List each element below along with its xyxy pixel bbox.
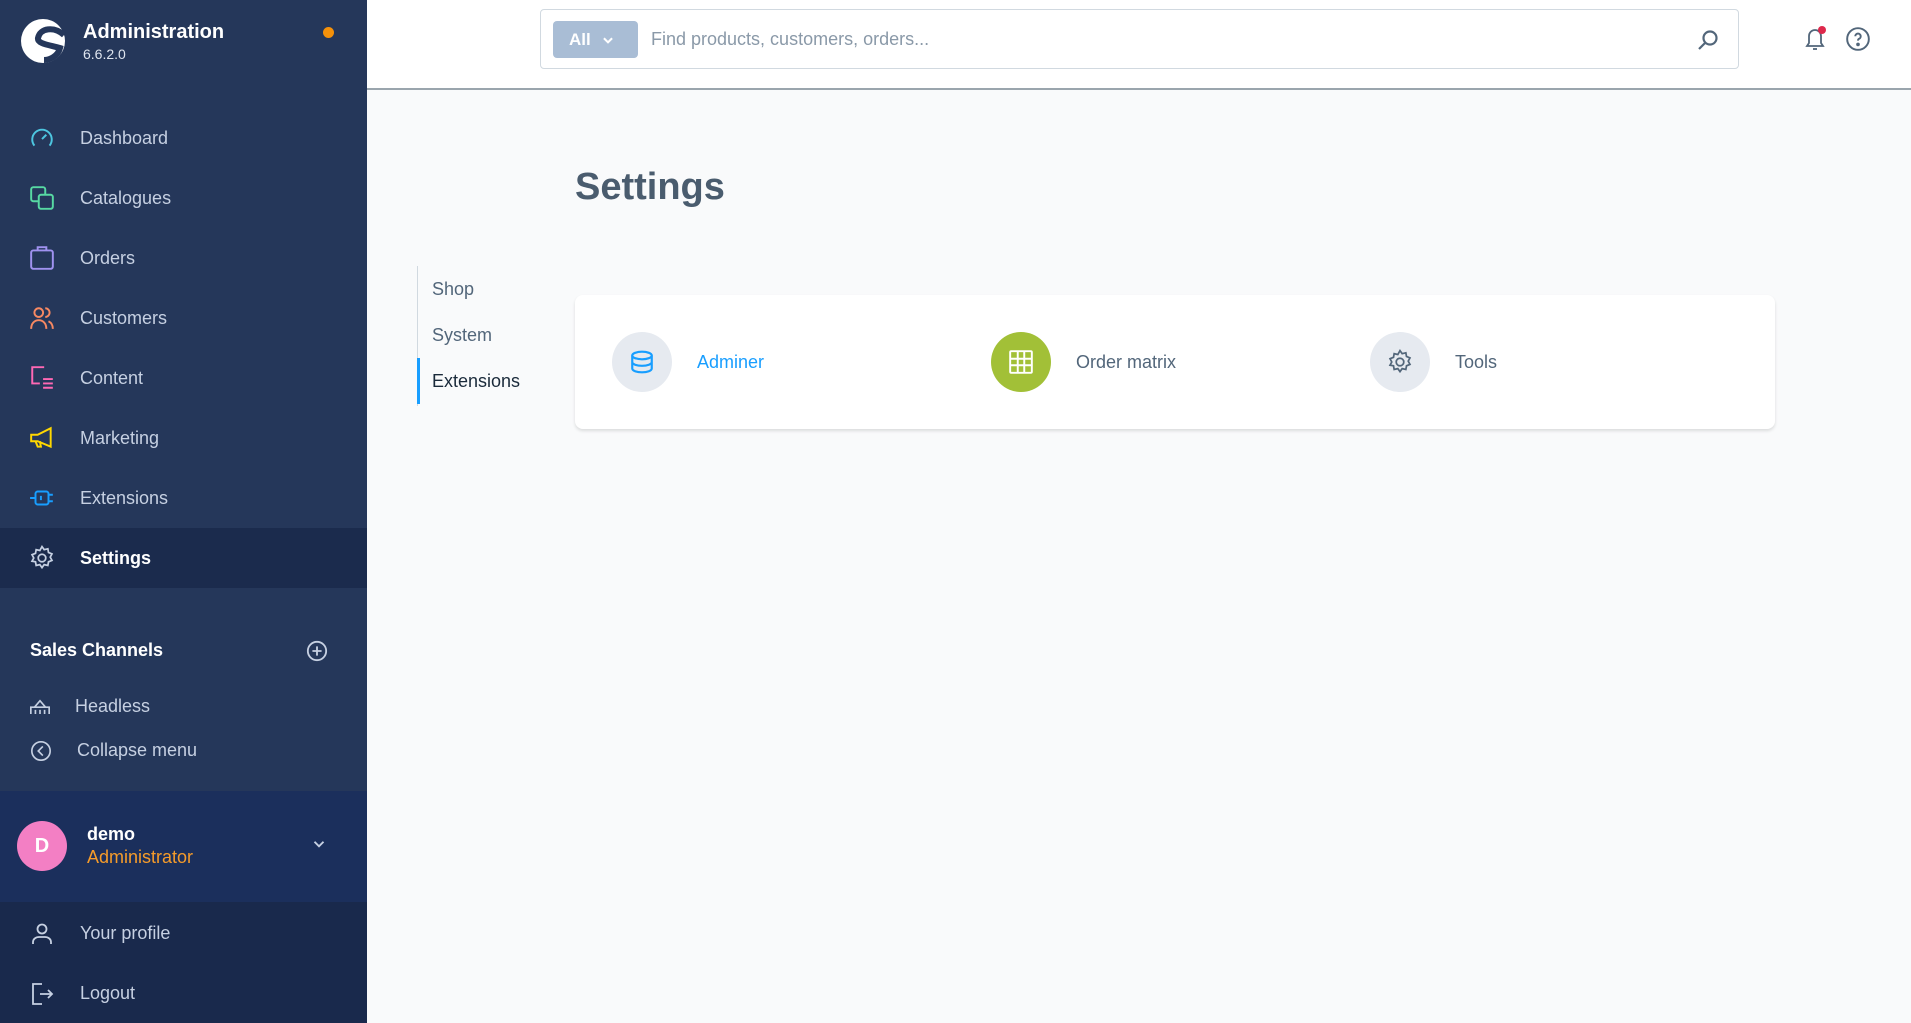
marketing-icon bbox=[30, 426, 52, 449]
extension-icon-circle bbox=[612, 332, 672, 392]
basket-icon bbox=[30, 699, 50, 714]
sidebar-item-catalogues[interactable]: Catalogues bbox=[0, 168, 367, 228]
active-tab-indicator bbox=[417, 358, 420, 404]
top-bar: All bbox=[367, 0, 1911, 90]
user-submenu: Your profile Logout bbox=[0, 902, 367, 1023]
sidebar-item-orders[interactable]: Orders bbox=[0, 228, 367, 288]
sales-channels-title: Sales Channels bbox=[30, 640, 164, 660]
user-name: demo bbox=[87, 824, 136, 844]
catalogues-icon bbox=[30, 186, 54, 210]
extension-order-matrix[interactable]: Order matrix bbox=[991, 332, 1176, 392]
brand[interactable]: Administration 6.6.2.0 bbox=[20, 18, 350, 68]
sidebar-item-label: Content bbox=[80, 367, 144, 388]
user-menu-toggle[interactable]: D demo Administrator bbox=[0, 791, 367, 902]
collapse-menu-button[interactable]: Collapse menu bbox=[0, 730, 367, 774]
user-icon bbox=[32, 923, 52, 944]
sidebar-item-label: Marketing bbox=[80, 427, 160, 448]
customers-icon bbox=[30, 307, 54, 329]
sidebar-item-dashboard[interactable]: Dashboard bbox=[0, 108, 367, 168]
help-icon[interactable] bbox=[1845, 26, 1871, 52]
sidebar-item-label: Customers bbox=[80, 307, 168, 328]
sidebar-item-marketing[interactable]: Marketing bbox=[0, 408, 367, 468]
sidebar-item-extensions[interactable]: Extensions bbox=[0, 468, 367, 528]
gear-icon bbox=[1388, 349, 1412, 374]
tab-system[interactable]: System bbox=[432, 312, 492, 358]
sidebar-item-content[interactable]: Content bbox=[0, 348, 367, 408]
sidebar-item-label: Catalogues bbox=[80, 187, 172, 208]
extension-icon-circle bbox=[991, 332, 1051, 392]
extension-label: Adminer bbox=[697, 351, 765, 372]
notifications-bell-icon[interactable] bbox=[1800, 24, 1830, 54]
sidebar-item-customers[interactable]: Customers bbox=[0, 288, 367, 348]
sales-channel-label: Headless bbox=[75, 696, 151, 714]
brand-title: Administration bbox=[83, 21, 225, 43]
sidebar-item-label: Dashboard bbox=[80, 127, 169, 148]
sidebar: Administration 6.6.2.0 Dashboard Catalog… bbox=[0, 0, 367, 1023]
page-title: Settings bbox=[575, 166, 725, 208]
content-icon bbox=[31, 366, 53, 389]
chevron-down-icon[interactable] bbox=[310, 835, 328, 853]
tab-extensions[interactable]: Extensions bbox=[432, 358, 520, 404]
sales-channel-headless[interactable]: Headless bbox=[0, 690, 367, 714]
settings-tabs: Shop System Extensions bbox=[417, 266, 557, 406]
search-input[interactable] bbox=[651, 22, 1651, 56]
extensions-icon bbox=[30, 490, 53, 506]
collapse-menu-label: Collapse menu bbox=[77, 740, 198, 760]
your-profile-label: Your profile bbox=[80, 923, 171, 943]
search-filter-label: All bbox=[569, 29, 591, 49]
sidebar-item-label: Extensions bbox=[80, 487, 169, 508]
search-filter-dropdown[interactable]: All bbox=[553, 21, 638, 58]
grid-icon bbox=[1009, 350, 1033, 374]
extension-adminer[interactable]: Adminer bbox=[612, 332, 764, 392]
brand-version: 6.6.2.0 bbox=[83, 46, 126, 62]
user-role: Administrator bbox=[87, 847, 194, 867]
chevron-down-icon bbox=[602, 37, 613, 44]
database-icon bbox=[631, 350, 653, 374]
sidebar-item-label: Orders bbox=[80, 247, 136, 268]
add-sales-channel-icon[interactable] bbox=[306, 640, 328, 662]
dashboard-icon bbox=[31, 128, 53, 147]
orders-icon bbox=[30, 246, 54, 270]
tab-shop[interactable]: Shop bbox=[432, 266, 474, 312]
extension-icon-circle bbox=[1370, 332, 1430, 392]
notification-dot bbox=[323, 27, 334, 38]
sidebar-item-label: Settings bbox=[80, 547, 152, 568]
logout-label: Logout bbox=[80, 983, 136, 1003]
your-profile-link[interactable]: Your profile bbox=[0, 910, 367, 958]
search-icon[interactable] bbox=[1696, 28, 1720, 52]
sidebar-item-settings[interactable]: Settings bbox=[0, 528, 367, 588]
avatar: D bbox=[17, 821, 67, 871]
logout-link[interactable]: Logout bbox=[0, 970, 367, 1018]
shopware-logo-icon bbox=[21, 19, 66, 63]
gear-icon bbox=[30, 545, 54, 570]
logout-icon bbox=[32, 983, 54, 1005]
extensions-card: Adminer Order matrix Tools bbox=[575, 295, 1775, 429]
extension-label: Tools bbox=[1455, 351, 1498, 372]
chevron-left-circle-icon bbox=[31, 741, 51, 761]
extension-tools[interactable]: Tools bbox=[1370, 332, 1497, 392]
global-search: All bbox=[540, 9, 1739, 69]
extension-label: Order matrix bbox=[1076, 351, 1177, 372]
